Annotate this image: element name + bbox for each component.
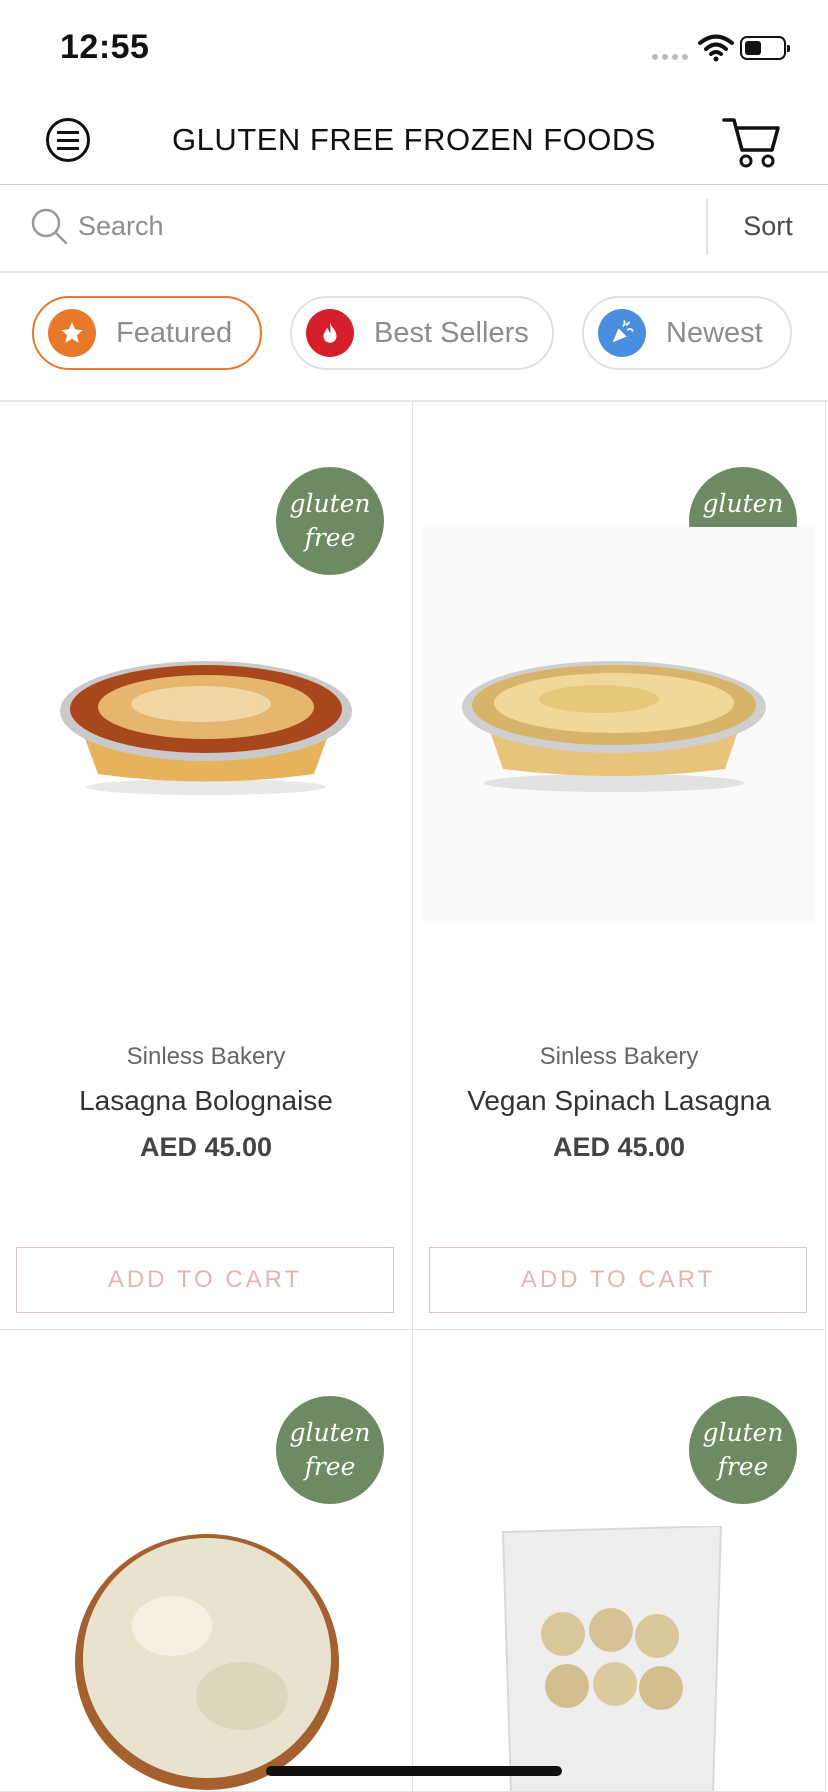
star-icon: [48, 309, 96, 357]
party-icon: [598, 309, 646, 357]
app-header: GLUTEN FREE FROZEN FOODS: [0, 100, 828, 185]
product-image: [60, 661, 352, 795]
product-card[interactable]: gluten free: [413, 1330, 826, 1792]
product-price: AED 45.00: [139, 1132, 273, 1162]
product-price: AED 45.00: [552, 1132, 686, 1162]
filter-featured[interactable]: Featured: [32, 296, 262, 370]
divider: [706, 199, 708, 255]
gluten-free-badge: glutenfree: [276, 467, 384, 575]
wifi-icon: [698, 34, 734, 62]
gluten-free-badge: glutenfree: [276, 1396, 384, 1504]
filter-label: Best Sellers: [374, 316, 529, 349]
home-indicator: [266, 1766, 562, 1776]
gluten-free-badge: glutenfree: [689, 1396, 797, 1504]
search-icon: [31, 208, 68, 245]
page-title: GLUTEN FREE FROZEN FOODS: [172, 122, 656, 157]
product-name[interactable]: Vegan Spinach Lasagna: [413, 1085, 825, 1117]
add-to-cart-button[interactable]: ADD TO CART: [429, 1247, 807, 1313]
product-image: [462, 661, 766, 792]
search-input[interactable]: Search: [78, 211, 164, 242]
status-time: 12:55: [60, 28, 150, 66]
product-image: [501, 1526, 723, 1791]
product-name[interactable]: Lasagna Bolognaise: [0, 1085, 412, 1117]
filter-chips: Featured Best Sellers Newest: [0, 272, 828, 402]
filter-label: Featured: [116, 316, 233, 349]
add-to-cart-button[interactable]: ADD TO CART: [16, 1247, 394, 1313]
filter-label: Newest: [666, 316, 763, 349]
product-card[interactable]: glutenfree Sinless Bakery Vegan Spinach …: [413, 401, 826, 1330]
filter-newest[interactable]: Newest: [582, 296, 792, 370]
sort-button[interactable]: Sort: [722, 211, 814, 242]
filter-best-sellers[interactable]: Best Sellers: [290, 296, 554, 370]
status-bar: 12:55: [0, 0, 828, 100]
product-brand: Sinless Bakery: [126, 1043, 286, 1070]
product-image: [75, 1534, 339, 1790]
cart-icon[interactable]: [722, 114, 782, 170]
product-card[interactable]: gluten free: [0, 1330, 413, 1792]
product-card[interactable]: gluten free Sinless Bakery Lasagna Bologn…: [0, 401, 413, 1330]
search-bar: Search Sort: [0, 185, 828, 273]
flame-icon: [306, 309, 354, 357]
cellular-signal-icon: [652, 54, 688, 60]
battery-icon: [740, 36, 790, 60]
product-brand: Sinless Bakery: [539, 1043, 699, 1070]
